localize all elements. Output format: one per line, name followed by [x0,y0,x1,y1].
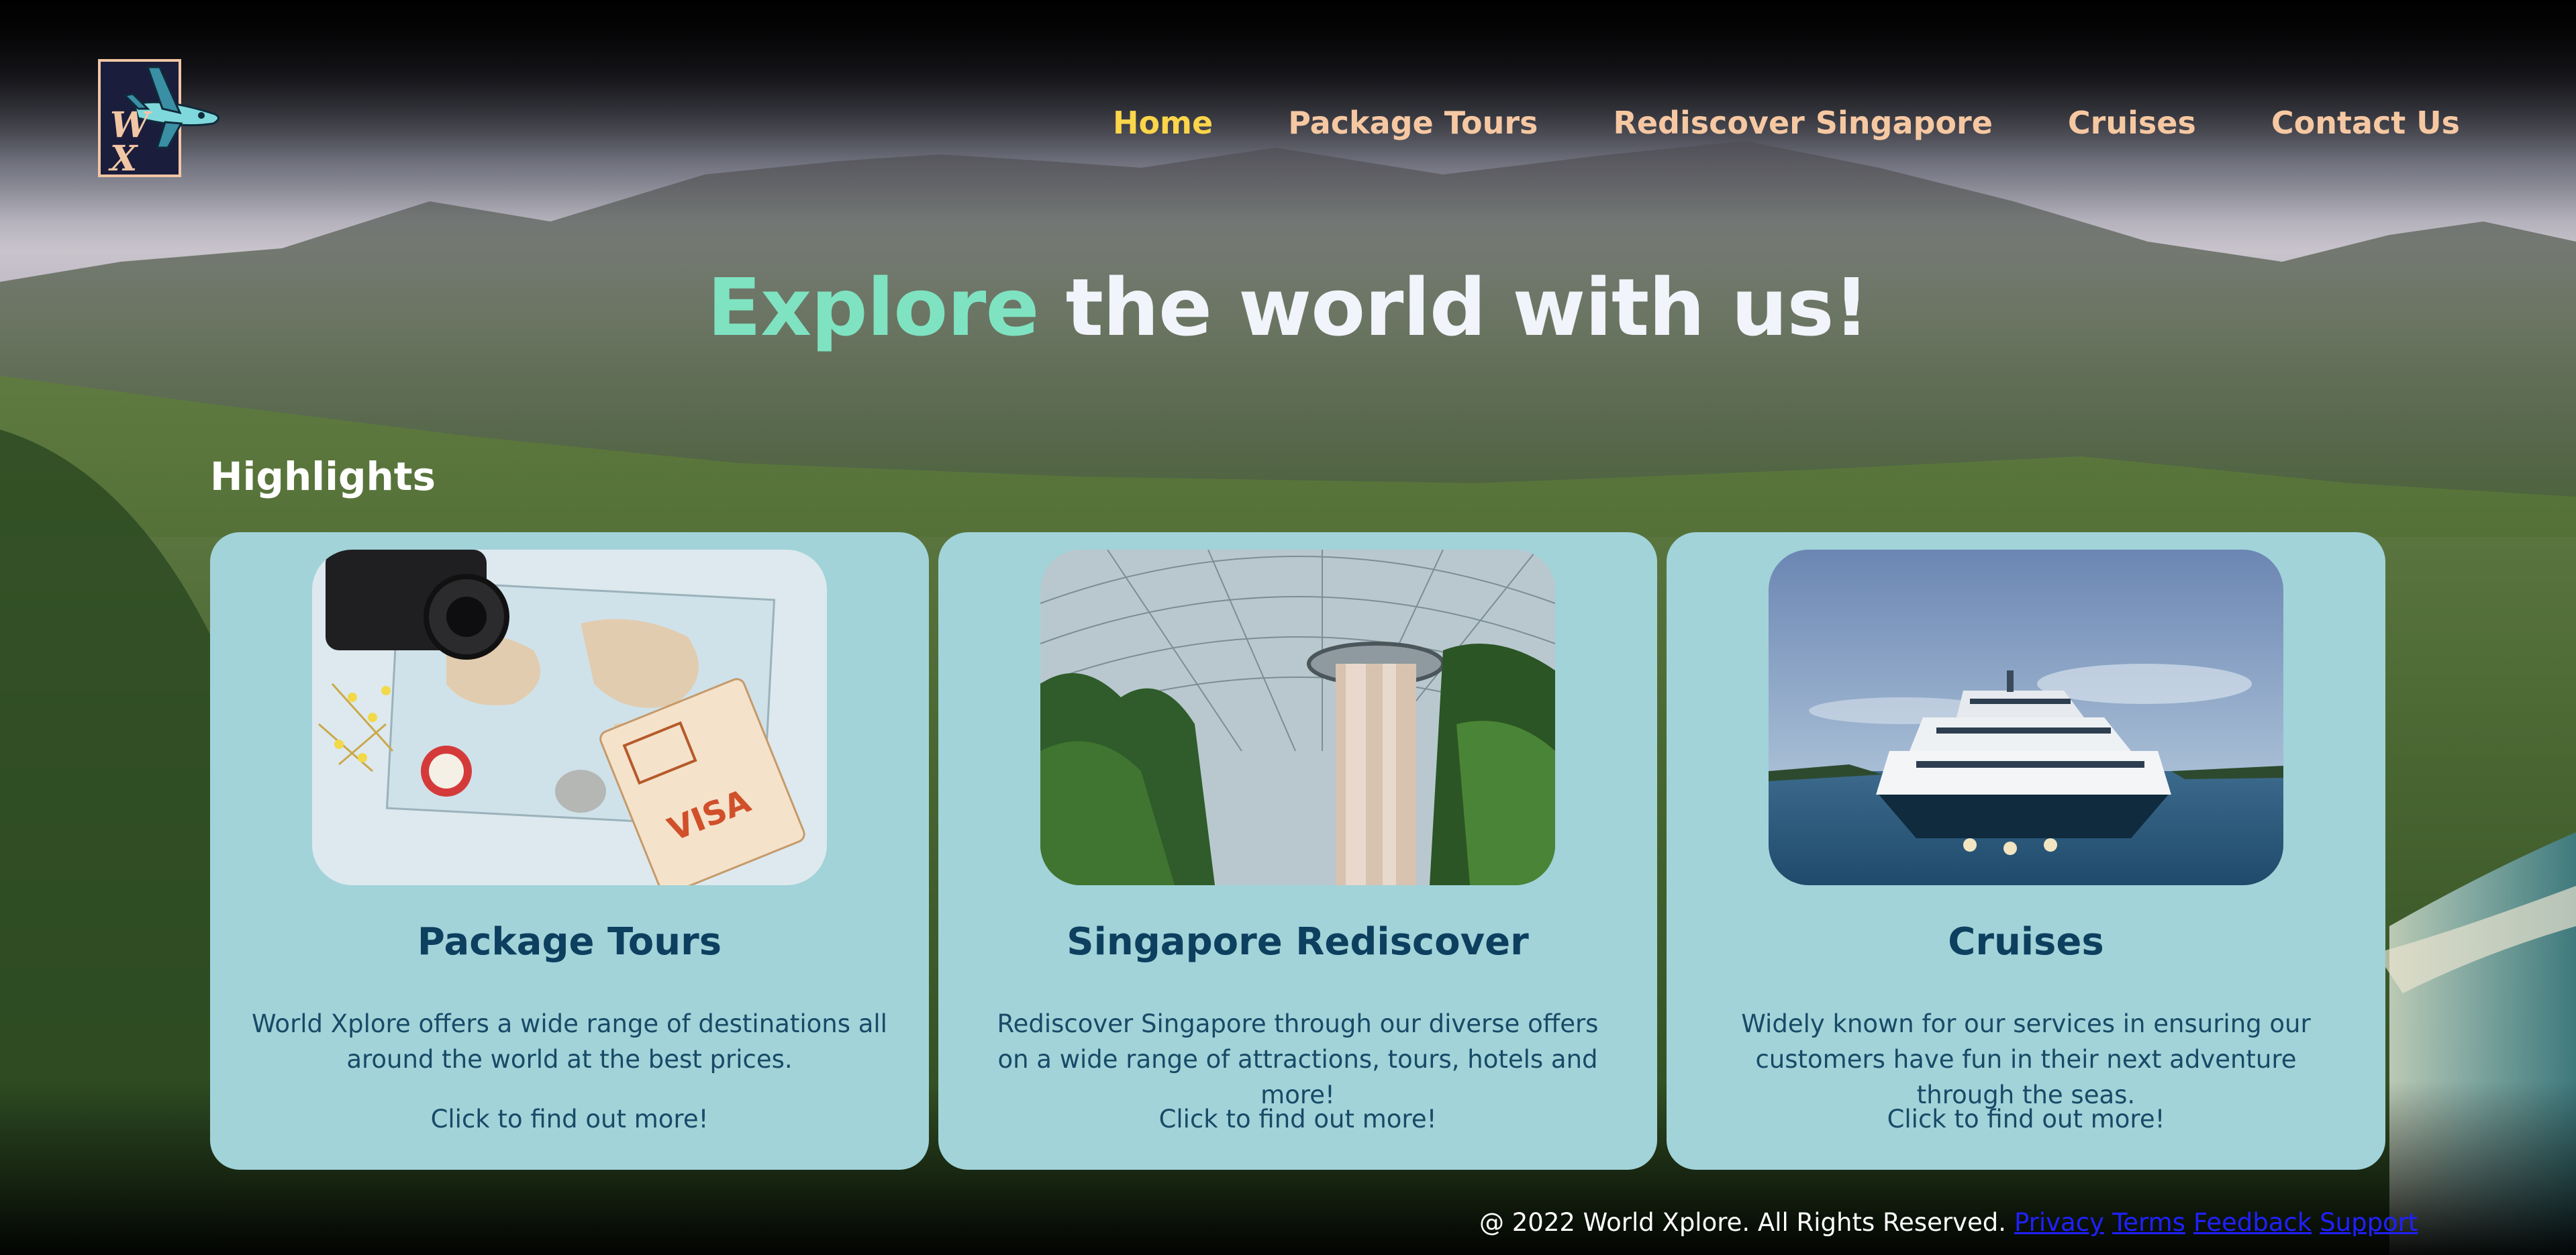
footer-link-privacy[interactable]: Privacy [2014,1208,2104,1237]
travel-map-photo: VISA [312,550,827,885]
main-nav: Home Package Tours Rediscover Singapore … [1113,99,2460,146]
card-cruises[interactable]: Cruises Widely known for our services in… [1667,532,2385,1170]
hero-heading: Explore the world with us! [0,260,2576,354]
nav-rediscover-singapore[interactable]: Rediscover Singapore [1613,99,1992,146]
highlights-heading: Highlights [210,454,436,499]
card-cta[interactable]: Click to find out more! [1667,1105,2385,1134]
nav-cruises[interactable]: Cruises [2068,99,2196,146]
nav-home[interactable]: Home [1113,99,1213,146]
card-cta[interactable]: Click to find out more! [210,1105,929,1134]
hero-accent-word: Explore [707,261,1040,354]
card-title: Cruises [1948,920,2104,964]
logo-letter-x: X [108,138,139,179]
indoor-waterfall-photo [1040,550,1555,885]
card-description: Rediscover Singapore through our diverse… [997,1009,1599,1109]
hero-rest-text: the world with us! [1038,261,1870,354]
footer-link-terms[interactable]: Terms [2112,1208,2185,1237]
ferry-photo [1769,550,2283,885]
card-description: World Xplore offers a wide range of dest… [252,1009,887,1074]
nav-contact-us[interactable]: Contact Us [2271,99,2460,146]
footer-link-support[interactable]: Support [2320,1208,2418,1237]
nav-package-tours[interactable]: Package Tours [1288,99,1538,146]
site-footer: @ 2022 World Xplore. All Rights Reserved… [1479,1208,2418,1237]
card-title: Package Tours [417,920,722,964]
card-singapore-rediscover[interactable]: Singapore Rediscover Rediscover Singapor… [938,532,1657,1170]
footer-link-feedback[interactable]: Feedback [2193,1208,2312,1237]
card-cta[interactable]: Click to find out more! [938,1105,1657,1134]
card-title: Singapore Rediscover [1067,920,1529,964]
card-package-tours[interactable]: VISA Package Tours World Xplore offers a… [210,532,929,1170]
site-logo[interactable]: W X [98,59,219,179]
card-description: Widely known for our services in ensurin… [1741,1009,2311,1109]
copyright-text: @ 2022 World Xplore. All Rights Reserved… [1479,1208,2006,1237]
